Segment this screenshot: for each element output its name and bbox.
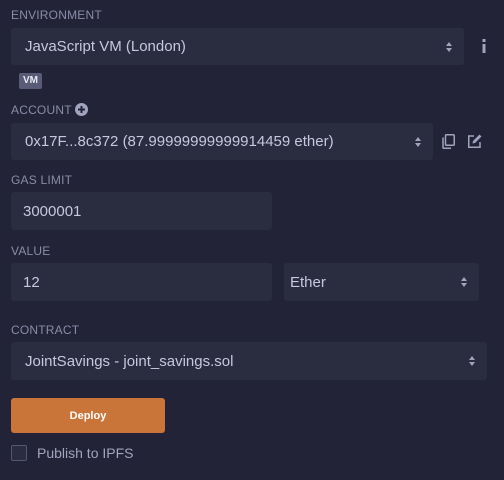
select-caret-icon <box>459 277 469 287</box>
contract-value: JointSavings - joint_savings.sol <box>25 352 234 370</box>
edit-icon[interactable] <box>465 132 483 150</box>
environment-label: ENVIRONMENT <box>11 8 102 22</box>
vm-badge: VM <box>19 73 42 89</box>
deploy-button[interactable]: Deploy <box>11 398 165 433</box>
publish-ipfs-label[interactable]: Publish to IPFS <box>37 445 134 461</box>
contract-label: CONTRACT <box>11 323 80 337</box>
add-account-icon[interactable] <box>75 103 88 116</box>
publish-ipfs-checkbox[interactable] <box>11 445 27 461</box>
select-caret-icon <box>467 356 477 366</box>
value-unit-select[interactable]: Ether <box>284 263 479 301</box>
copy-icon[interactable] <box>440 132 456 150</box>
value-label: VALUE <box>11 244 51 258</box>
contract-select[interactable]: JointSavings - joint_savings.sol <box>11 342 487 380</box>
select-caret-icon <box>444 41 454 52</box>
account-select[interactable]: 0x17F...8c372 (87.99999999999914459 ethe… <box>11 123 433 160</box>
environment-select[interactable]: JavaScript VM (London) <box>11 28 464 65</box>
gas-limit-label: GAS LIMIT <box>11 173 73 187</box>
account-label: ACCOUNT <box>11 103 72 117</box>
info-icon[interactable] <box>476 36 492 56</box>
gas-limit-input[interactable]: 3000001 <box>11 192 272 230</box>
select-caret-icon <box>413 136 423 147</box>
account-value: 0x17F...8c372 (87.99999999999914459 ethe… <box>25 133 334 150</box>
value-unit: Ether <box>290 273 326 291</box>
environment-value: JavaScript VM (London) <box>25 38 186 55</box>
value-amount-input[interactable]: 12 <box>11 263 272 301</box>
